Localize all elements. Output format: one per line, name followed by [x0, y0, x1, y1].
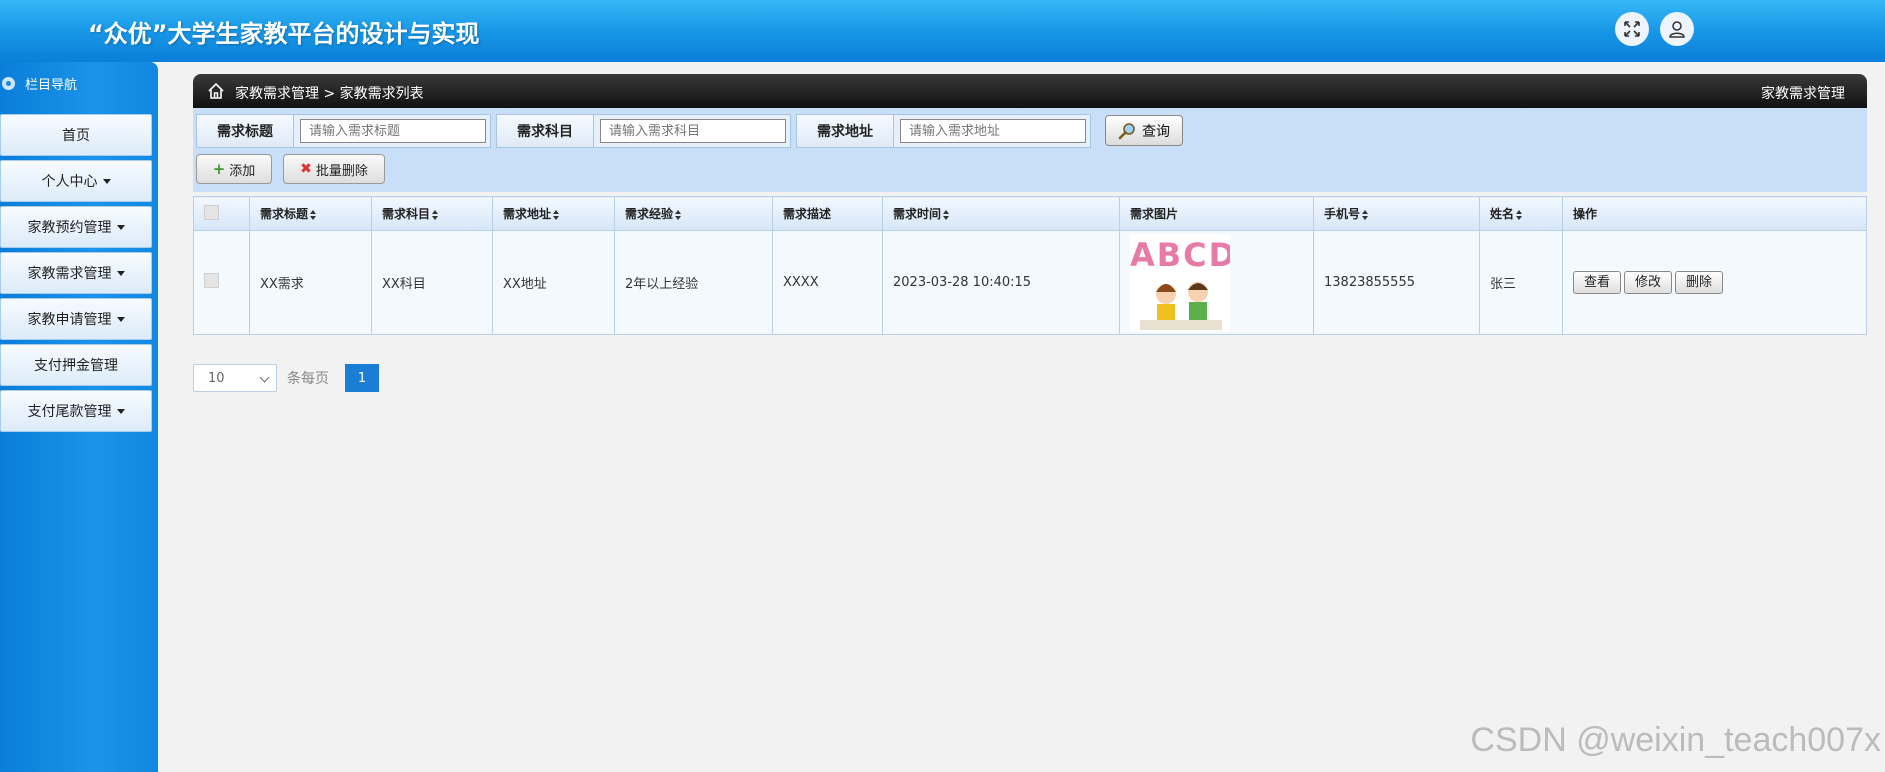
sort-icon: [1362, 209, 1369, 220]
delete-button[interactable]: 删除: [1675, 271, 1724, 294]
filter-subject-group: 需求科目: [496, 114, 791, 148]
select-all-checkbox[interactable]: [204, 204, 219, 220]
sidebar-item-final-payment[interactable]: 支付尾款管理: [0, 390, 152, 432]
cell-time: 2023-03-28 10:40:15: [882, 230, 1120, 335]
column-header[interactable]: 需求地址: [492, 196, 615, 231]
home-icon[interactable]: [207, 82, 225, 100]
edit-button[interactable]: 修改: [1624, 271, 1673, 294]
filter-subject-input[interactable]: [600, 119, 786, 143]
sidebar-item-label: 个人中心: [41, 174, 98, 190]
chevron-down-icon: [259, 372, 270, 383]
column-header: 操作: [1562, 196, 1867, 231]
fullscreen-button[interactable]: [1615, 12, 1649, 46]
cell-experience: 2年以上经验: [614, 230, 773, 335]
sort-icon: [432, 209, 439, 220]
batch-delete-button-label: 批量删除: [315, 163, 368, 179]
cell-address: XX地址: [492, 230, 615, 335]
nav-dot-icon: [2, 76, 15, 90]
plus-icon: +: [212, 160, 226, 178]
sidebar-nav-title: 栏目导航: [25, 77, 78, 93]
filter-title-group: 需求标题: [196, 114, 491, 148]
sidebar-item-application[interactable]: 家教申请管理: [0, 298, 152, 340]
cell-title: XX需求: [249, 230, 372, 335]
batch-delete-button[interactable]: ✖ 批量删除: [283, 154, 385, 184]
sort-icon: [943, 209, 950, 220]
sidebar-item-home[interactable]: 首页: [0, 114, 152, 156]
column-header[interactable]: 姓名: [1479, 196, 1563, 231]
sidebar-item-deposit[interactable]: 支付押金管理: [0, 344, 152, 386]
children-illustration: [1140, 281, 1222, 330]
caret-down-icon: [116, 408, 125, 414]
filter-address-input[interactable]: [900, 119, 1086, 143]
column-header[interactable]: 需求经验: [614, 196, 773, 231]
breadcrumb: 家教需求管理 > 家教需求列表 家教需求管理: [193, 74, 1867, 108]
cell-name: 张三: [1479, 230, 1563, 335]
cell-phone: 13823855555: [1313, 230, 1480, 335]
expand-icon: [1624, 21, 1640, 37]
sidebar: 栏目导航 首页 个人中心 家教预约管理 家教需求管理 家教申请管理 支付押金管理…: [0, 62, 158, 772]
top-header: “众优”大学生家教平台的设计与实现: [0, 0, 1885, 62]
page-size-select[interactable]: 10: [193, 364, 277, 392]
cell-image: ABCD: [1119, 230, 1314, 335]
page-size-value: 10: [208, 370, 225, 386]
column-header[interactable]: 需求时间: [882, 196, 1120, 231]
cell-subject: XX科目: [371, 230, 493, 335]
query-button-label: 查询: [1142, 123, 1170, 140]
filter-subject-label: 需求科目: [497, 115, 594, 147]
user-icon: [1669, 21, 1685, 38]
search-icon: [1118, 122, 1135, 139]
view-button[interactable]: 查看: [1573, 271, 1622, 294]
table-row: XX需求 XX科目 XX地址 2年以上经验 XXXX 2023-03-28 10…: [193, 230, 1867, 335]
column-header[interactable]: 手机号: [1313, 196, 1480, 231]
page-number-button[interactable]: 1: [345, 364, 379, 392]
filter-title-label: 需求标题: [197, 115, 294, 147]
table-header-row: 需求标题 需求科目 需求地址 需求经验 需求描述 需求时间 需求图片 手机号 姓…: [193, 196, 1867, 231]
row-select-cell: [193, 230, 250, 335]
caret-down-icon: [116, 270, 125, 276]
watermark: CSDN @weixin_teach007x: [1470, 721, 1881, 759]
filter-panel: 需求标题 需求科目 需求地址 查询 + 添加 ✖ 批量删除: [193, 108, 1867, 192]
filter-address-group: 需求地址: [796, 114, 1091, 148]
sidebar-item-label: 支付押金管理: [34, 358, 118, 374]
add-button-label: 添加: [229, 163, 256, 179]
filter-title-input[interactable]: [300, 119, 486, 143]
close-icon: ✖: [300, 161, 312, 177]
column-header[interactable]: 需求科目: [371, 196, 493, 231]
cell-actions: 查看 修改 删除: [1562, 230, 1867, 335]
app-title: “众优”大学生家教平台的设计与实现: [88, 20, 480, 48]
add-button[interactable]: + 添加: [196, 154, 272, 184]
sidebar-item-label: 家教预约管理: [27, 220, 112, 236]
sidebar-item-demand[interactable]: 家教需求管理: [0, 252, 152, 294]
user-profile-button[interactable]: [1660, 12, 1694, 46]
pagination: 10 条每页 1: [193, 364, 379, 392]
caret-down-icon: [116, 224, 125, 230]
sidebar-nav-header: 栏目导航: [0, 68, 158, 98]
sidebar-item-label: 家教申请管理: [27, 312, 112, 328]
select-all-cell: [193, 196, 250, 231]
sidebar-item-label: 家教需求管理: [27, 266, 112, 282]
breadcrumb-path: 家教需求管理 > 家教需求列表: [235, 86, 424, 102]
column-header: 需求描述: [772, 196, 883, 231]
row-checkbox[interactable]: [204, 273, 219, 288]
demand-table: 需求标题 需求科目 需求地址 需求经验 需求描述 需求时间 需求图片 手机号 姓…: [193, 196, 1867, 335]
demand-image: ABCD: [1130, 233, 1230, 332]
sort-icon: [553, 209, 560, 220]
sidebar-item-appointment[interactable]: 家教预约管理: [0, 206, 152, 248]
cell-description: XXXX: [772, 230, 883, 335]
caret-down-icon: [102, 178, 111, 184]
per-page-label: 条每页: [287, 371, 329, 387]
sidebar-item-label: 首页: [62, 128, 90, 144]
sort-icon: [310, 209, 317, 220]
sidebar-item-label: 支付尾款管理: [27, 404, 112, 420]
sort-icon: [1516, 209, 1523, 220]
breadcrumb-section-title: 家教需求管理: [1761, 86, 1845, 102]
query-button[interactable]: 查询: [1105, 115, 1183, 146]
sidebar-item-personal-center[interactable]: 个人中心: [0, 160, 152, 202]
sort-icon: [675, 209, 682, 220]
caret-down-icon: [116, 316, 125, 322]
filter-address-label: 需求地址: [797, 115, 894, 147]
column-header: 需求图片: [1119, 196, 1314, 231]
column-header[interactable]: 需求标题: [249, 196, 372, 231]
